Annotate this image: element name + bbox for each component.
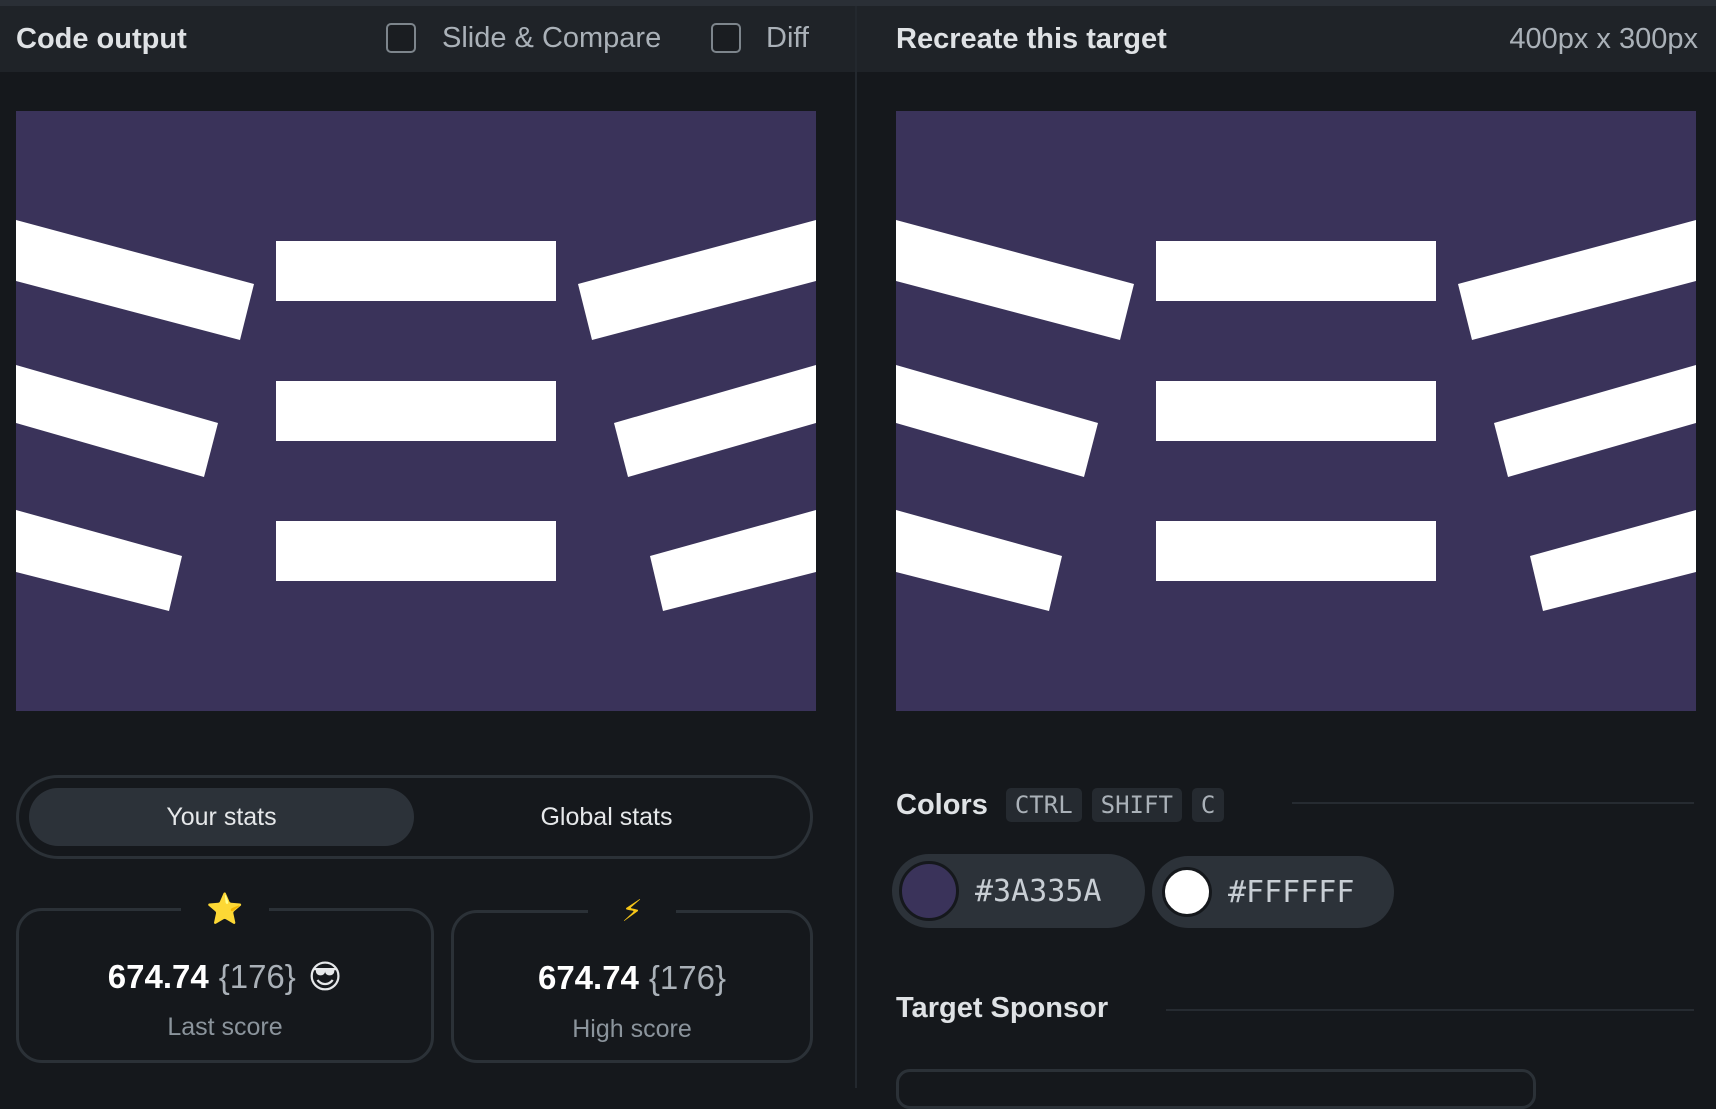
colors-title: Colors bbox=[896, 788, 988, 821]
output-bar-center-2 bbox=[276, 381, 556, 441]
output-bar-center-3 bbox=[276, 521, 556, 581]
output-render bbox=[16, 111, 816, 711]
high-score-card: ⚡ 674.74 {176} High score bbox=[451, 891, 813, 1063]
shortcut-key-c: C bbox=[1191, 788, 1225, 822]
diff-label[interactable]: Diff bbox=[766, 22, 809, 55]
swatch-hex-bg: #3A335A bbox=[975, 873, 1102, 909]
target-header: Recreate this target 400px x 300px bbox=[857, 6, 1716, 72]
code-output-title: Code output bbox=[16, 22, 187, 55]
shortcut-key-ctrl: CTRL bbox=[1005, 788, 1082, 822]
target-title: Recreate this target bbox=[896, 22, 1167, 55]
colors-divider-line bbox=[1292, 802, 1694, 804]
slide-compare-label[interactable]: Slide & Compare bbox=[442, 22, 661, 55]
shortcut-key-shift: SHIFT bbox=[1091, 788, 1182, 822]
target-dimensions: 400px x 300px bbox=[1509, 22, 1698, 55]
lightning-icon: ⚡ bbox=[588, 891, 676, 931]
last-score-card: ⭐ 674.74 {176} 😎 Last score bbox=[16, 889, 434, 1063]
colors-header: Colors CTRL SHIFT C bbox=[896, 788, 1225, 822]
stats-toggle: Your stats Global stats bbox=[16, 775, 813, 859]
target-bar-center-2 bbox=[1156, 381, 1436, 441]
code-output-canvas[interactable] bbox=[16, 111, 816, 711]
global-stats-tab[interactable]: Global stats bbox=[414, 788, 799, 846]
high-score-label: High score bbox=[572, 1015, 692, 1043]
sponsor-divider-line bbox=[1166, 1009, 1694, 1011]
swatch-dot-fg bbox=[1162, 867, 1212, 917]
slide-compare-checkbox[interactable] bbox=[386, 23, 416, 53]
your-stats-tab[interactable]: Your stats bbox=[29, 788, 414, 846]
target-canvas[interactable] bbox=[896, 111, 1696, 711]
output-bar-center-1 bbox=[276, 241, 556, 301]
code-output-header: Code output Slide & Compare Diff bbox=[0, 6, 855, 72]
swatch-hex-fg: #FFFFFF bbox=[1228, 874, 1355, 910]
last-score-label: Last score bbox=[167, 1013, 283, 1041]
target-bar-center-3 bbox=[1156, 521, 1436, 581]
target-render bbox=[896, 111, 1696, 711]
color-swatch-bg[interactable]: #3A335A bbox=[892, 854, 1145, 928]
target-sponsor-title: Target Sponsor bbox=[896, 992, 1109, 1024]
target-bars bbox=[896, 220, 1696, 611]
target-panel: Recreate this target 400px x 300px Color… bbox=[857, 6, 1716, 1109]
swatch-dot-bg bbox=[899, 861, 959, 921]
color-swatch-fg[interactable]: #FFFFFF bbox=[1152, 856, 1394, 928]
high-score-line: 674.74 {176} bbox=[454, 959, 810, 997]
code-output-panel: Code output Slide & Compare Diff Your st… bbox=[0, 6, 855, 1088]
output-bars bbox=[16, 220, 816, 611]
last-score-count: {176} bbox=[218, 958, 296, 995]
diff-checkbox[interactable] bbox=[711, 23, 741, 53]
sponsor-card[interactable] bbox=[896, 1069, 1536, 1109]
star-icon: ⭐ bbox=[181, 889, 269, 929]
sunglasses-emoji-icon: 😎 bbox=[307, 958, 343, 995]
last-score-line: 674.74 {176} 😎 bbox=[19, 957, 431, 996]
target-bar-center-1 bbox=[1156, 241, 1436, 301]
high-score-count: {176} bbox=[648, 959, 727, 996]
high-score-value: 674.74 bbox=[537, 959, 639, 996]
last-score-value: 674.74 bbox=[107, 958, 209, 995]
